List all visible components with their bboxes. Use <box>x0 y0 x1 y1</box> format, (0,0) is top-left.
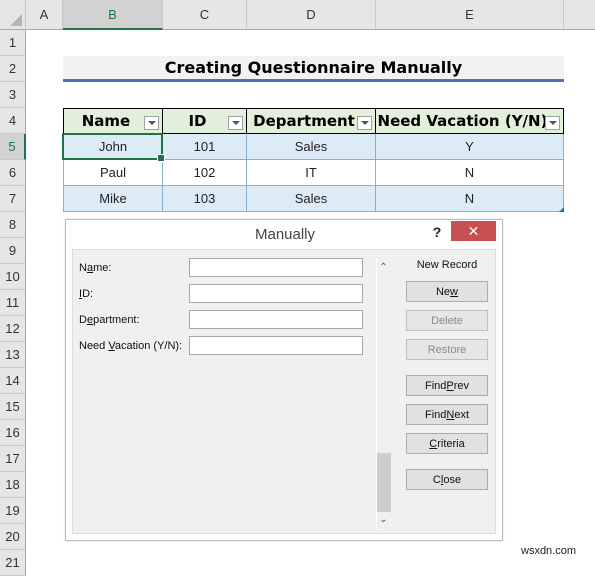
active-cell-selection <box>62 133 165 162</box>
sheet-title: Creating Questionnaire Manually <box>63 56 564 82</box>
row-header[interactable]: 11 <box>0 290 26 316</box>
row-header[interactable]: 8 <box>0 212 26 238</box>
table-header-name: Name <box>63 108 163 134</box>
row-header[interactable]: 21 <box>0 550 26 576</box>
column-header-e[interactable]: E <box>376 0 564 30</box>
delete-button[interactable]: Delete <box>406 310 488 331</box>
filter-dropdown-icon[interactable] <box>357 116 372 130</box>
scrollbar-thumb[interactable] <box>377 453 391 512</box>
row-header[interactable]: 7 <box>0 186 26 212</box>
column-header-c[interactable]: C <box>163 0 247 30</box>
filter-dropdown-icon[interactable] <box>228 116 243 130</box>
id-input[interactable] <box>189 284 363 303</box>
scroll-up-icon[interactable]: ⌃ <box>376 262 391 274</box>
row-header[interactable]: 14 <box>0 368 26 394</box>
watermark: wsxdn.com <box>521 545 577 557</box>
table-cell[interactable]: Sales <box>247 186 376 212</box>
table-header-need-vacation: Need Vacation (Y/N) <box>376 108 564 134</box>
need-vacation-label: Need Vacation (Y/N): <box>79 340 183 352</box>
id-label: ID: <box>79 288 94 300</box>
row-header[interactable]: 1 <box>0 30 26 56</box>
column-header-d[interactable]: D <box>247 0 376 30</box>
table-cell[interactable]: Sales <box>247 134 376 160</box>
table-header-department: Department <box>247 108 376 134</box>
table-cell[interactable]: Y <box>376 134 564 160</box>
row-header[interactable]: 13 <box>0 342 26 368</box>
filter-dropdown-icon[interactable] <box>144 116 159 130</box>
table-cell[interactable]: N <box>376 186 564 212</box>
table-cell[interactable]: 103 <box>163 186 247 212</box>
table-cell[interactable]: Mike <box>63 186 163 212</box>
row-header[interactable]: 3 <box>0 82 26 108</box>
row-header[interactable]: 18 <box>0 472 26 498</box>
row-header[interactable]: 9 <box>0 238 26 264</box>
row-header[interactable]: 19 <box>0 498 26 524</box>
help-button[interactable]: ? <box>430 224 444 240</box>
row-header[interactable]: 20 <box>0 524 26 550</box>
criteria-button[interactable]: Criteria <box>406 433 488 454</box>
name-input[interactable] <box>189 258 363 277</box>
table-cell[interactable]: N <box>376 160 564 186</box>
table-resize-handle[interactable] <box>559 207 564 212</box>
row-header[interactable]: 5 <box>0 134 26 160</box>
find-next-button[interactable]: Find Next <box>406 404 488 425</box>
new-button[interactable]: Ne w <box>406 281 488 302</box>
table-header-label: Need Vacation (Y/N) <box>377 112 548 130</box>
row-header[interactable]: 2 <box>0 56 26 82</box>
table-header-label: ID <box>188 112 207 130</box>
table-header-label: Department <box>253 112 355 130</box>
table-cell[interactable]: Paul <box>63 160 163 186</box>
row-header[interactable]: 12 <box>0 316 26 342</box>
table-header-label: Name <box>81 112 131 130</box>
scroll-down-icon[interactable]: ⌄ <box>376 514 391 526</box>
close-icon[interactable]: ✕ <box>451 221 496 241</box>
table-header-id: ID <box>163 108 247 134</box>
department-input[interactable] <box>189 310 363 329</box>
close-button[interactable]: Cl ose <box>406 469 488 490</box>
column-header-a[interactable]: A <box>26 0 63 30</box>
find-prev-button[interactable]: Find Prev <box>406 375 488 396</box>
row-header[interactable]: 6 <box>0 160 26 186</box>
row-header[interactable]: 15 <box>0 394 26 420</box>
department-label: Department: <box>79 314 140 326</box>
need-vacation-input[interactable] <box>189 336 363 355</box>
select-all-corner[interactable] <box>0 0 26 30</box>
name-label: Name: <box>79 262 112 274</box>
table-cell[interactable]: 102 <box>163 160 247 186</box>
table-cell[interactable]: IT <box>247 160 376 186</box>
table-cell[interactable]: 101 <box>163 134 247 160</box>
column-header-b[interactable]: B <box>63 0 163 30</box>
restore-button[interactable]: Restore <box>406 339 488 360</box>
row-header[interactable]: 4 <box>0 108 26 134</box>
row-header[interactable]: 16 <box>0 420 26 446</box>
row-header[interactable]: 17 <box>0 446 26 472</box>
row-header[interactable]: 10 <box>0 264 26 290</box>
filter-dropdown-icon[interactable] <box>545 116 560 130</box>
fill-handle[interactable] <box>157 154 165 162</box>
record-status: New Record <box>416 259 478 271</box>
column-header-f[interactable] <box>564 0 595 30</box>
